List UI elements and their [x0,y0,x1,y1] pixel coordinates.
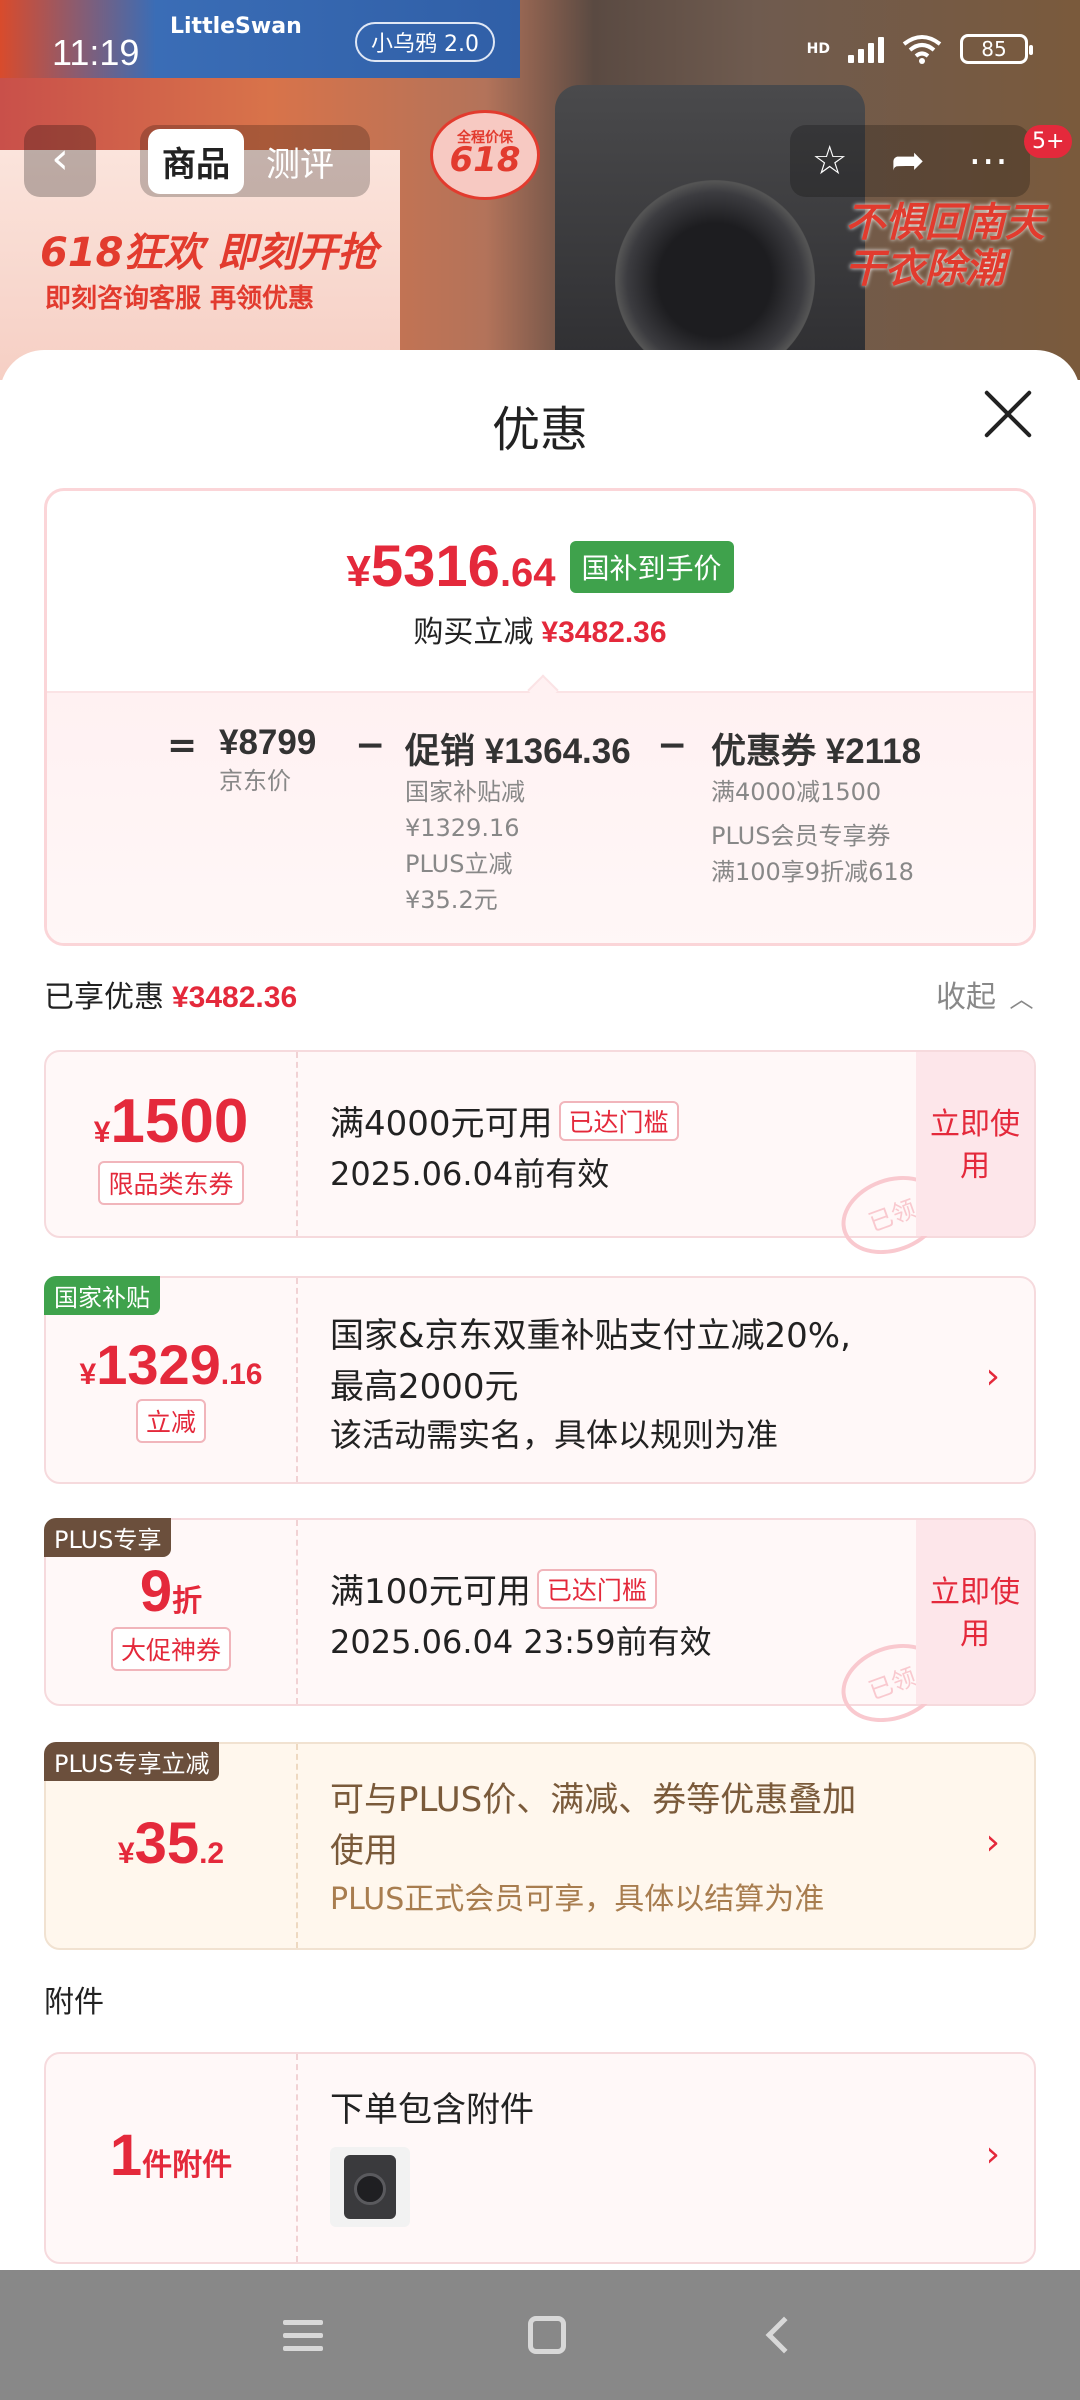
minus-sign: − [355,725,386,766]
top-actions: ☆ ➦ ⋯ [790,125,1030,197]
product-top-nav: ‹ 商品 测评 ☆ ➦ ⋯ 5+ [0,125,1080,200]
poster-subtitle: 即刻咨询客服 再领优惠 [45,284,315,314]
chevron-right-icon-2: › [985,1822,1000,1863]
close-icon[interactable] [980,386,1036,442]
final-price: ¥5316.64 [346,534,556,599]
home-icon[interactable] [527,2316,566,2354]
tab-review[interactable]: 测评 [252,129,348,194]
plus-discount-amount: ¥35.2 [117,1811,225,1876]
subsidy-note: 该活动需实名，具体以规则为准 [330,1416,779,1454]
coupon-condition: 满4000元可用 已达门槛 [330,1096,930,1145]
system-back-icon[interactable] [765,2316,803,2354]
promotion-col: 促销 ¥1364.36 国家补贴减 ¥1329.16 PLUS立减 ¥35.2元 [405,723,631,918]
promo-coupon-tag: 大促神券 [110,1627,231,1671]
chevron-up-icon: ︿ [1009,985,1034,1013]
attachment-title: 下单包含附件 [330,2090,534,2130]
use-now-button[interactable]: 立即使用 [916,1052,1034,1236]
plus-instant-discount-card[interactable]: PLUS专享立减 ¥35.2 可与PLUS价、满减、券等优惠叠加 使用 PLUS… [44,1742,1036,1950]
minus-sign-2: − [657,725,688,766]
promotion-total: 促销 ¥1364.36 [405,732,631,771]
discount-rate: 9折 [139,1559,203,1624]
attachment-thumbnail[interactable] [330,2147,410,2227]
back-arrow-icon[interactable]: ‹ [24,125,96,197]
subsidy-tag: 立减 [135,1399,206,1443]
sheet-title: 优惠 [491,402,588,458]
plus-discount-title: 可与PLUS价、满减、券等优惠叠加 [330,1780,857,1820]
status-bar: 11:19 HD 85 [0,0,1080,100]
use-now-button-2[interactable]: 立即使用 [916,1520,1034,1704]
coupon-tag: 限品类东券 [98,1161,244,1205]
message-badge: 5+ [1024,125,1073,158]
plus-discount-title-cont: 使用 [330,1831,398,1871]
saving-row: 购买立减 ¥3482.36 [413,615,667,650]
battery-indicator: 85 [960,34,1033,64]
national-subsidy-card[interactable]: 国家补贴 ¥1329.16 立减 国家&京东双重补贴支付立减20%, 最高200… [44,1276,1036,1484]
more-icon[interactable]: ⋯ [968,138,1008,184]
tab-product[interactable]: 商品 [148,128,244,194]
coupon-amount: ¥1500 [93,1087,249,1156]
system-nav-bar [0,2270,1080,2400]
final-price-row: ¥5316.64 国补到手价 [47,533,1033,600]
signal-icon [848,35,884,63]
product-slogan: 不惧回南天 干衣除潮 [845,200,1045,292]
coupon-col: 优惠券 ¥2118 满4000减1500 PLUS会员专享券 满100享9折减6… [711,723,921,890]
enjoyed-discount: 已享优惠 ¥3482.36 [44,980,298,1015]
discount-sheet: 优惠 ¥5316.64 国补到手价 购买立减 ¥3482.36 = ¥8799 京… [0,350,1080,2270]
equals-sign: = [167,725,198,766]
subsidy-title: 国家&京东双重补贴支付立减20%, [330,1316,851,1356]
product-tabs: 商品 测评 [140,125,370,197]
star-icon[interactable]: ☆ [812,138,848,184]
chevron-right-icon-3: › [985,2134,1000,2175]
price-summary-card: ¥5316.64 国补到手价 购买立减 ¥3482.36 = ¥8799 京东价 … [44,488,1036,946]
subsidy-amount: ¥1329.16 [79,1333,263,1396]
attachment-card[interactable]: 1件附件 下单包含附件 › [44,2052,1036,2264]
network-label: HD [806,41,830,57]
plus-coupon-card: PLUS专享 9折 大促神券 满100元可用 已达门槛 2025.06.04 23… [44,1518,1036,1736]
chevron-right-icon: › [985,1356,1000,1397]
subsidy-price-tag: 国补到手价 [569,540,734,593]
price-formula: = ¥8799 京东价 − 促销 ¥1364.36 国家补贴减 ¥1329.16… [47,723,1033,923]
coupon-total: 优惠券 ¥2118 [711,732,922,771]
enjoyed-value: ¥3482.36 [172,981,298,1014]
share-icon[interactable]: ➦ [891,138,925,184]
coupon-expiry-2: 2025.06.04 23:59前有效 [330,1623,712,1661]
collapse-button[interactable]: 收起 ︿ [936,972,1034,1016]
plus-discount-note: PLUS正式会员可享，具体以结算为准 [330,1882,825,1917]
subsidy-max: 最高2000元 [330,1367,519,1407]
coupon-card-1500: ¥1500 限品类东券 满4000元可用 已达门槛 2025.06.04前有效 已… [44,1050,1036,1268]
status-time: 11:19 [52,32,140,73]
poster-title: 618狂欢 即刻开抢 [40,230,378,276]
coupon-condition-2: 满100元可用 已达门槛 [330,1564,930,1613]
attachment-count: 1件附件 [109,2123,233,2188]
attachment-section-label: 附件 [44,1985,104,2020]
saving-value: ¥3482.36 [541,616,667,649]
recent-apps-icon[interactable] [282,2319,323,2351]
jd-price-col: ¥8799 京东价 [219,723,317,795]
jd-price: ¥8799 [219,723,317,762]
coupon-expiry: 2025.06.04前有效 [330,1155,610,1193]
wifi-icon [902,35,942,64]
